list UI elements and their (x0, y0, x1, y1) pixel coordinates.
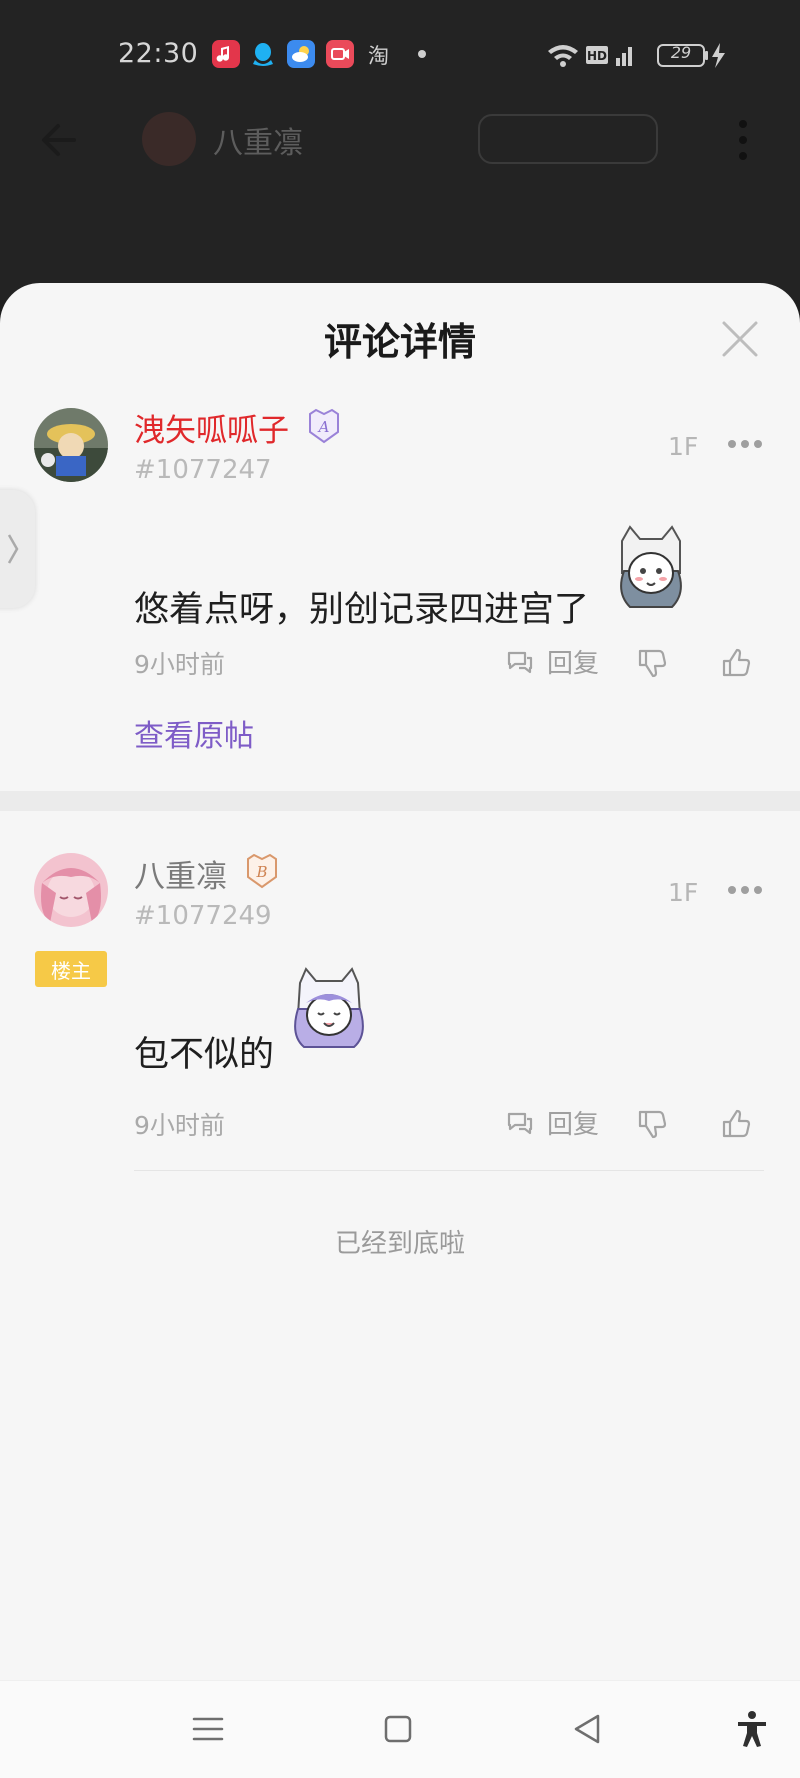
reply-icon (507, 1112, 533, 1134)
sticker-image (294, 967, 364, 1048)
author-name[interactable]: 八重凛 (213, 118, 303, 162)
follow-button[interactable] (478, 114, 658, 164)
op-tag: 楼主 (35, 951, 107, 987)
sticker-image (620, 525, 682, 608)
taobao-label: 淘 (368, 44, 389, 68)
user-level-letter: A (317, 418, 330, 436)
accessibility-icon[interactable] (732, 1709, 772, 1749)
floor-number: 1F (668, 432, 699, 461)
background-header: 八重凛 (0, 100, 800, 180)
end-of-list-text: 已经到底啦 (334, 1229, 465, 1259)
reply-button[interactable]: 回复 (505, 1104, 599, 1141)
sheet-title: 评论详情 (323, 320, 476, 364)
avatar[interactable] (34, 408, 108, 482)
system-navigation-bar (0, 1680, 800, 1778)
floor-number: 1F (668, 878, 699, 907)
back-icon[interactable] (568, 1709, 608, 1749)
view-original-post-link[interactable]: 查看原帖 (134, 711, 254, 755)
comment-time: 9小时前 (134, 650, 225, 679)
user-id: #1077249 (134, 901, 272, 931)
hd-icon: HD (586, 46, 608, 64)
notification-dot (418, 50, 426, 58)
more-vertical-icon[interactable] (730, 118, 756, 162)
status-bar: 22:30 淘 HD 29 (0, 30, 800, 80)
back-arrow-icon[interactable] (38, 120, 78, 160)
music-app-icon (212, 40, 240, 68)
status-right-group: HD 29 (546, 40, 756, 70)
svg-text:HD: HD (587, 49, 607, 63)
comment-text: 包不似的 (134, 1035, 275, 1075)
user-level-badge: A (304, 406, 344, 446)
more-horizontal-icon[interactable] (726, 437, 764, 451)
background-page: 22:30 淘 HD 29 八重凛 (0, 0, 800, 300)
comment-time: 9小时前 (134, 1111, 225, 1140)
qq-app-icon (249, 40, 277, 68)
like-icon[interactable] (720, 1108, 752, 1140)
signal-icon (616, 47, 632, 66)
section-divider (0, 791, 800, 811)
avatar[interactable] (34, 853, 108, 927)
screen: 22:30 淘 HD 29 八重凛 评论详情 洩矢呱呱子 A #1077247 … (0, 0, 800, 1778)
username[interactable]: 洩矢呱呱子 (134, 405, 289, 450)
user-level-letter: B (255, 863, 267, 881)
close-icon[interactable] (720, 319, 760, 359)
reply-icon (507, 651, 533, 673)
dislike-icon[interactable] (636, 647, 668, 679)
dislike-icon[interactable] (636, 1108, 668, 1140)
more-horizontal-icon[interactable] (726, 883, 764, 897)
weather-app-icon (287, 40, 315, 68)
video-app-icon (326, 40, 354, 68)
author-avatar[interactable] (142, 112, 196, 166)
user-id: #1077247 (134, 455, 272, 485)
chevron-right-icon (7, 534, 18, 564)
like-icon[interactable] (720, 647, 752, 679)
charging-icon (712, 43, 725, 68)
home-icon[interactable] (378, 1709, 418, 1749)
battery-level: 29 (670, 43, 692, 62)
status-time: 22:30 (118, 38, 199, 69)
reply-button[interactable]: 回复 (505, 643, 599, 680)
reply-label: 回复 (547, 1110, 600, 1140)
username[interactable]: 八重凛 (134, 851, 227, 896)
side-drawer-tab[interactable] (0, 490, 35, 608)
menu-icon[interactable] (188, 1709, 228, 1749)
reply-label: 回复 (547, 649, 600, 679)
wifi-icon (548, 45, 578, 67)
user-level-badge: B (242, 851, 282, 891)
comment-detail-sheet: 评论详情 洩矢呱呱子 A #1077247 1F 悠着点呀，别创记录四进宫了 9… (0, 283, 800, 1778)
divider (134, 1170, 764, 1171)
comment-text: 悠着点呀，别创记录四进宫了 (134, 590, 590, 630)
